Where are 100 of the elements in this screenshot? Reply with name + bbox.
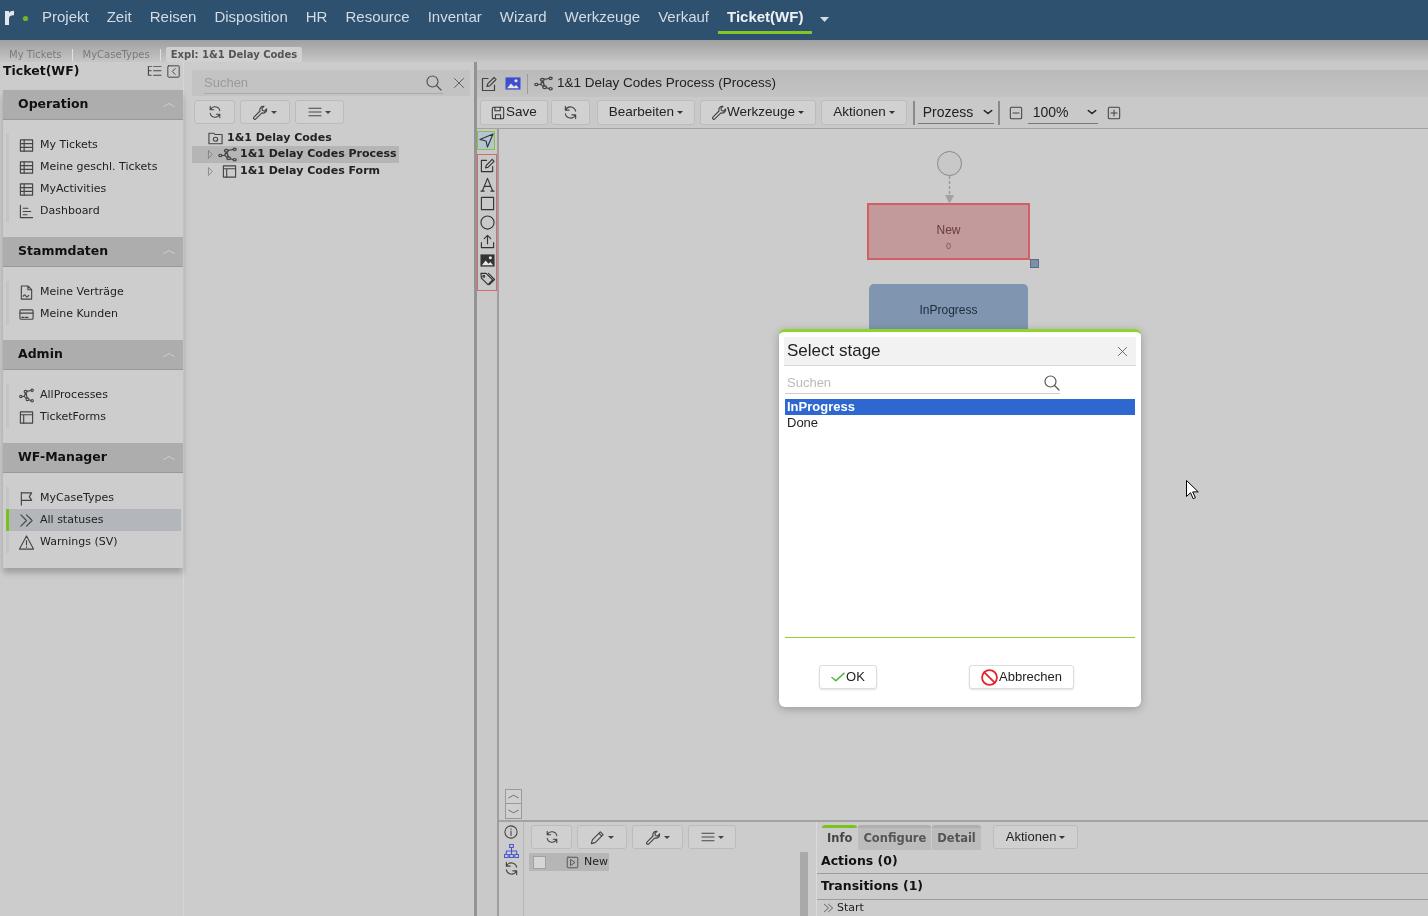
tree-item[interactable]: 1&1 Delay Codes Form [192,163,383,180]
actions-menu-button[interactable]: Aktionen [992,825,1079,849]
search-icon[interactable] [1044,374,1060,391]
menu-button[interactable]: Werkzeuge [700,100,817,125]
upload-tool-button[interactable] [478,232,496,251]
image-icon[interactable] [505,76,521,91]
sidebar-item[interactable]: Dashboard [9,200,181,222]
zoom-select[interactable]: 100% [1027,101,1098,124]
menu-button[interactable]: Bearbeiten [596,100,696,125]
double-chevron-icon [19,512,34,528]
menu-icon [308,106,322,118]
list-row[interactable]: New [529,853,609,871]
caret-down-icon[interactable] [820,17,830,22]
resize-handle[interactable] [1030,259,1039,268]
list-menu-button[interactable] [295,100,344,124]
list-menu-button[interactable] [688,825,736,849]
zoom-out-icon[interactable] [1008,105,1023,120]
sidebar-item[interactable]: MyActivities [9,178,181,200]
section-title: WF-Manager [18,448,107,467]
info-icon[interactable] [504,825,518,839]
tree-item[interactable]: 1&1 Delay Codes Process [192,146,399,163]
wrench-icon [712,105,728,120]
chevron-up-icon [163,247,175,256]
ok-button[interactable]: OK [819,665,877,689]
stage-option[interactable]: InProgress [785,399,1135,415]
sidebar-item[interactable]: Meine geschl. Tickets [9,156,181,178]
detail-tab[interactable]: Detail [932,825,981,850]
tools-menu-button[interactable] [240,100,290,124]
sidebar-item[interactable]: All statuses [6,509,181,531]
hierarchy-icon[interactable] [503,844,519,858]
sidebar-item[interactable]: My Tickets [9,134,181,156]
detail-tab[interactable]: Configure [858,825,932,850]
node-label: InProgress [919,303,978,317]
nav-menu-item[interactable]: HR [296,0,337,34]
save-icon [491,105,505,120]
rectangle-tool-button[interactable] [478,194,496,213]
close-icon[interactable] [1117,345,1128,357]
bar-list-icon [19,203,34,219]
ellipse-tool-button[interactable] [478,213,496,232]
nav-menu-item[interactable]: Ticket(WF) [718,0,813,34]
text-tool-button[interactable] [478,175,496,194]
breadcrumb-tab[interactable]: Expl: 1&1 Delay Codes [165,47,303,62]
prohibited-icon [981,668,999,686]
nav-menu-item[interactable]: Wizard [490,0,556,34]
sidebar-item[interactable]: MyCaseTypes [9,487,181,509]
nav-menu-item[interactable]: Inventar [418,0,491,34]
nav-menu-item[interactable]: Disposition [205,0,297,34]
section-header[interactable]: Stammdaten [3,237,183,267]
close-icon[interactable] [453,77,465,89]
sidebar-item[interactable]: TicketForms [9,406,181,428]
edit-tool-button[interactable] [478,156,496,175]
sidebar-item[interactable]: AllProcesses [9,384,181,406]
caret-down-icon [677,111,684,114]
zoom-in-icon[interactable] [1106,105,1121,120]
sidebar-item[interactable]: Warnings (SV) [9,531,181,553]
wrench-icon [253,104,268,120]
sidebar-title: Ticket(WF) [3,61,80,80]
sidebar-item[interactable]: Meine Verträge [9,281,181,303]
section-header[interactable]: WF-Manager [3,443,183,473]
tree-list-icon[interactable] [147,64,162,78]
tree-item[interactable]: 1&1 Delay Codes [192,130,334,146]
check-icon [831,671,846,683]
refresh-icon [544,830,559,844]
chevron-down-icon [1086,108,1097,116]
section-header[interactable]: Operation [3,90,183,120]
refresh-button[interactable] [531,825,572,849]
sidebar-item[interactable]: Meine Kunden [9,303,181,325]
menu-button[interactable]: Aktionen [821,100,907,125]
section-header[interactable]: Admin [3,340,183,370]
table-icon [19,181,34,197]
edit-icon[interactable] [481,75,497,92]
view-select[interactable]: Prozess [917,101,994,124]
nav-menu-item[interactable]: Verkauf [649,0,718,34]
nav-menu-item[interactable]: Projekt [33,0,98,34]
collapse-left-icon[interactable] [167,64,180,78]
node-label: New [936,223,961,237]
stage-option[interactable]: Done [785,415,1135,431]
logo-icon[interactable] [5,10,29,26]
search-icon[interactable] [426,74,442,91]
navigation-icon [478,133,494,148]
scrollbar-thumb[interactable] [800,852,808,916]
nav-menu-item[interactable]: Reisen [140,0,206,34]
checkbox[interactable] [533,855,546,869]
image-tool-button[interactable] [478,251,496,270]
refresh-icon[interactable] [503,861,519,876]
nav-menu-item[interactable]: Zeit [97,0,141,34]
chevron-up-icon [508,793,519,800]
refresh-button[interactable] [550,100,590,125]
chevron-down-icon [508,807,519,815]
refresh-button[interactable] [194,100,235,124]
edit-menu-button[interactable] [577,825,627,849]
nav-menu-item[interactable]: Werkzeuge [555,0,650,34]
nav-menu-item[interactable]: Resource [336,0,419,34]
tools-menu-button[interactable] [632,825,683,849]
cancel-button[interactable]: Abbrechen [969,665,1074,689]
transition-item[interactable]: Start [817,900,864,916]
save-button[interactable]: Save [480,100,548,125]
pointer-tool-button[interactable] [477,131,495,150]
flag-icon [19,490,34,506]
caret-down-icon [1059,835,1066,839]
